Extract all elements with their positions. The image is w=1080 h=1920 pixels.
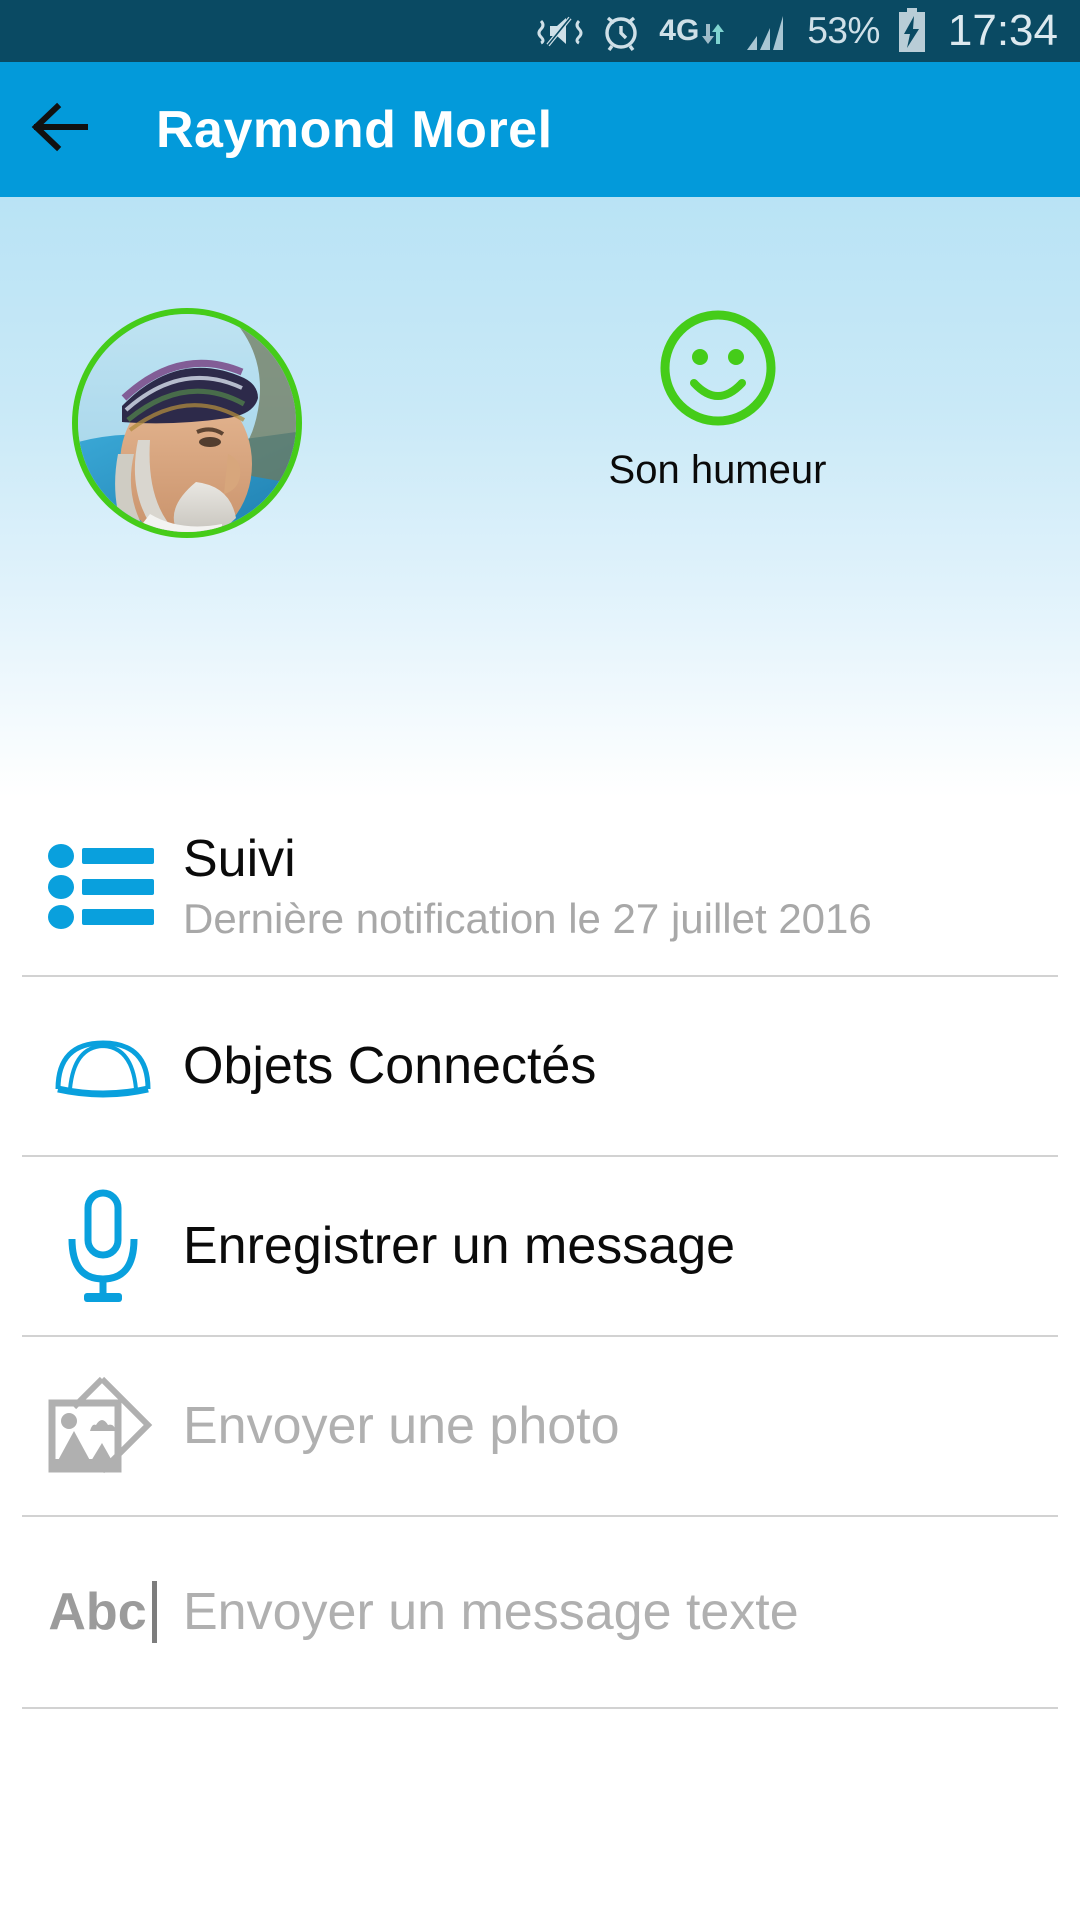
- vibrate-mute-icon: [537, 11, 583, 51]
- list-item-text: Suivi Dernière notification le 27 juille…: [183, 831, 872, 941]
- app-bar: Raymond Morel: [0, 62, 1080, 197]
- list-item-subtitle: Dernière notification le 27 juillet 2016: [183, 895, 872, 943]
- divider: [22, 1707, 1058, 1709]
- list-item-envoyer-photo[interactable]: Envoyer une photo: [0, 1337, 1080, 1515]
- profile-hero: Son humeur: [0, 197, 1080, 797]
- photo-image-icon: [30, 1373, 175, 1479]
- action-list: Suivi Dernière notification le 27 juille…: [0, 797, 1080, 1709]
- network-label: 4G: [659, 14, 700, 47]
- back-arrow-icon: [29, 101, 91, 158]
- list-item-title: Suivi: [183, 829, 296, 888]
- list-item-envoyer-message-texte[interactable]: Abc Envoyer un message texte: [0, 1517, 1080, 1707]
- list-item-text: Enregistrer un message: [183, 1218, 735, 1274]
- microphone-icon: [30, 1187, 175, 1305]
- list-item-text: Envoyer un message texte: [183, 1584, 799, 1640]
- mood-button[interactable]: Son humeur: [600, 307, 835, 493]
- back-button[interactable]: [0, 62, 120, 197]
- signal-bars-icon: [743, 10, 791, 52]
- abc-text-icon: Abc: [30, 1581, 175, 1643]
- profile-photo[interactable]: [72, 308, 302, 538]
- list-item-title: Envoyer une photo: [183, 1396, 620, 1455]
- mood-label: Son humeur: [608, 448, 827, 492]
- text-caret-icon: [151, 1581, 157, 1643]
- list-item-suivi[interactable]: Suivi Dernière notification le 27 juille…: [0, 797, 1080, 975]
- connected-objects-dome-icon: [30, 1033, 175, 1099]
- battery-percent-label: 53%: [807, 10, 880, 51]
- list-item-title: Envoyer un message texte: [183, 1582, 799, 1641]
- list-item-title: Enregistrer un message: [183, 1216, 736, 1275]
- phone-screen: 4G 53% 17:34 Raymond Morel Son humeur Su…: [0, 0, 1080, 1920]
- list-item-text: Envoyer une photo: [183, 1398, 620, 1454]
- smiley-face-icon: [657, 307, 779, 434]
- list-item-objets-connectes[interactable]: Objets Connectés: [0, 977, 1080, 1155]
- list-item-enregistrer-message[interactable]: Enregistrer un message: [0, 1157, 1080, 1335]
- list-item-text: Objets Connectés: [183, 1038, 596, 1094]
- alarm-clock-icon: [599, 9, 643, 53]
- page-title: Raymond Morel: [156, 100, 553, 159]
- list-item-title: Objets Connectés: [183, 1036, 597, 1095]
- bulleted-list-icon: [30, 843, 175, 929]
- data-transfer-arrows-icon: [701, 16, 727, 46]
- battery-charging-icon: [896, 8, 928, 54]
- network-type-indicator: 4G: [659, 16, 727, 46]
- status-bar: 4G 53% 17:34: [0, 0, 1080, 62]
- status-bar-clock: 17:34: [947, 6, 1058, 55]
- abc-label: Abc: [48, 1583, 147, 1641]
